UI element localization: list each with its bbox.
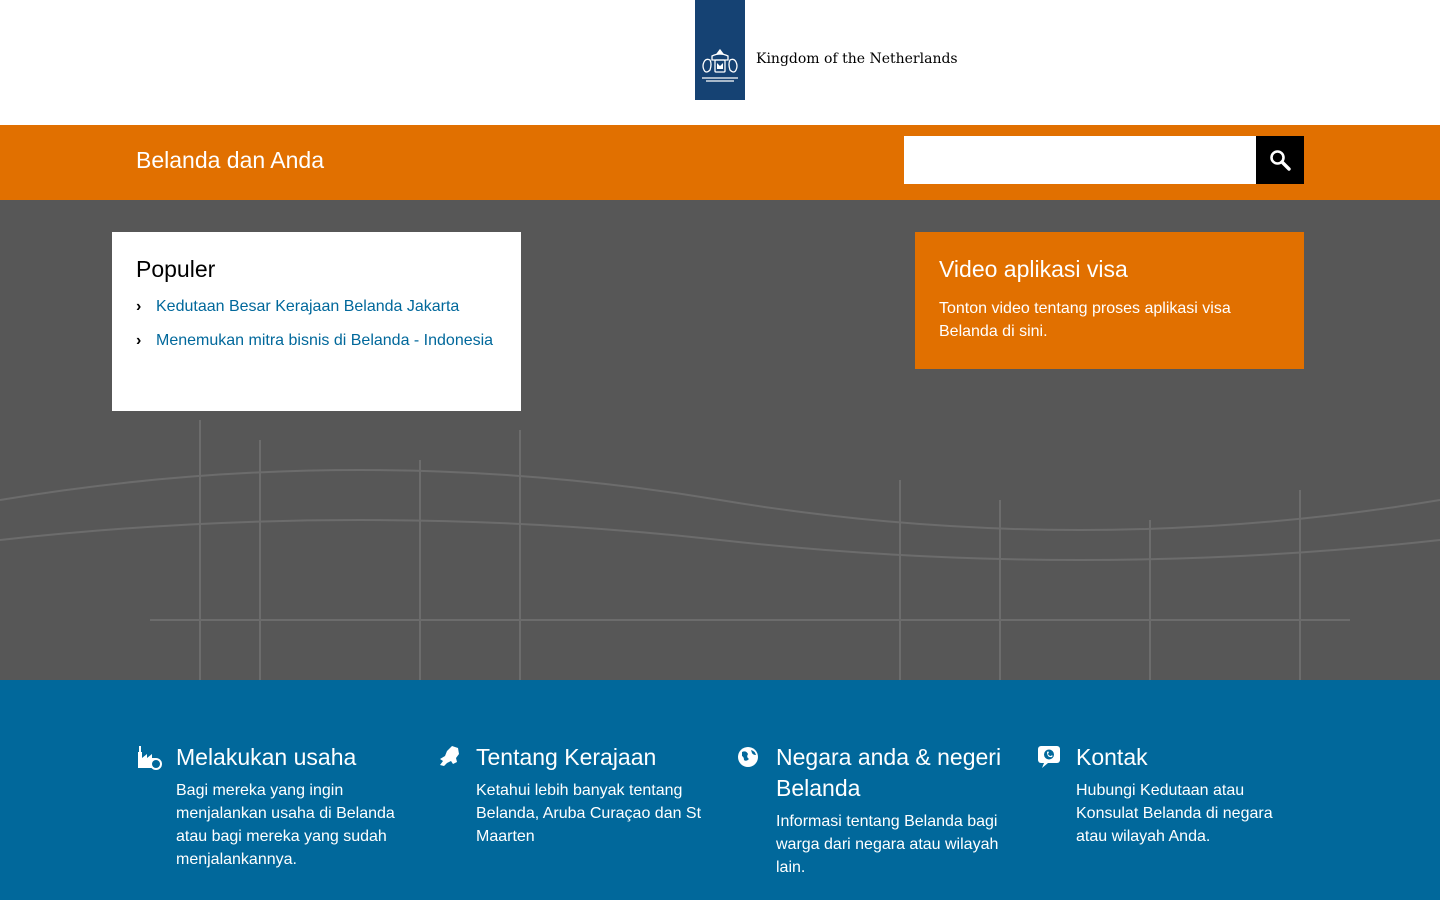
feature-country[interactable]: Negara anda & negeri Belanda Informasi t… <box>736 742 1006 879</box>
feature-description: Bagi mereka yang ingin menjalankan usaha… <box>176 782 395 868</box>
feature-contact[interactable]: Kontak Hubungi Kedutaan atau Konsulat Be… <box>1036 742 1306 848</box>
contact-icon <box>1038 746 1060 768</box>
top-header: Kingdom of the Netherlands <box>0 0 1440 125</box>
feature-title[interactable]: Negara anda & negeri Belanda <box>776 742 1006 804</box>
feature-title[interactable]: Melakukan usaha <box>176 742 406 773</box>
chevron-right-icon: › <box>136 298 142 315</box>
popular-link[interactable]: Menemukan mitra bisnis di Belanda - Indo… <box>156 332 493 349</box>
features-section: Melakukan usaha Bagi mereka yang ingin m… <box>0 680 1440 900</box>
visa-video-card[interactable]: Video aplikasi visa Tonton video tentang… <box>915 232 1304 369</box>
popular-item: › Kedutaan Besar Kerajaan Belanda Jakart… <box>136 295 497 319</box>
site-title[interactable]: Belanda dan Anda <box>136 147 324 174</box>
globe-icon <box>738 747 758 767</box>
feature-description: Hubungi Kedutaan atau Konsulat Belanda d… <box>1076 782 1273 845</box>
chevron-right-icon: › <box>136 332 142 349</box>
visa-card-description: Tonton video tentang proses aplikasi vis… <box>939 300 1231 340</box>
feature-title[interactable]: Tentang Kerajaan <box>476 742 706 773</box>
coat-of-arms-icon <box>702 48 738 82</box>
search-icon <box>1270 150 1291 171</box>
feature-title[interactable]: Kontak <box>1076 742 1306 773</box>
feature-business[interactable]: Melakukan usaha Bagi mereka yang ingin m… <box>136 742 406 871</box>
feature-kingdom[interactable]: Tentang Kerajaan Ketahui lebih banyak te… <box>436 742 706 848</box>
business-icon <box>138 746 162 770</box>
logo-text: Kingdom of the Netherlands <box>756 51 958 67</box>
popular-card: Populer › Kedutaan Besar Kerajaan Beland… <box>112 232 521 411</box>
search-button[interactable] <box>1256 136 1304 184</box>
feature-description: Informasi tentang Belanda bagi warga dar… <box>776 813 999 876</box>
feature-description: Ketahui lebih banyak tentang Belanda, Ar… <box>476 782 702 845</box>
hero-section: Populer › Kedutaan Besar Kerajaan Beland… <box>0 200 1440 680</box>
popular-item: › Menemukan mitra bisnis di Belanda - In… <box>136 329 497 353</box>
popular-link[interactable]: Kedutaan Besar Kerajaan Belanda Jakarta <box>156 298 459 315</box>
search-input[interactable] <box>904 136 1256 184</box>
popular-list: › Kedutaan Besar Kerajaan Belanda Jakart… <box>136 295 497 353</box>
popular-title: Populer <box>136 256 216 282</box>
netherlands-map-icon <box>440 746 459 766</box>
logo[interactable] <box>695 0 745 100</box>
visa-card-title[interactable]: Video aplikasi visa <box>939 256 1280 283</box>
